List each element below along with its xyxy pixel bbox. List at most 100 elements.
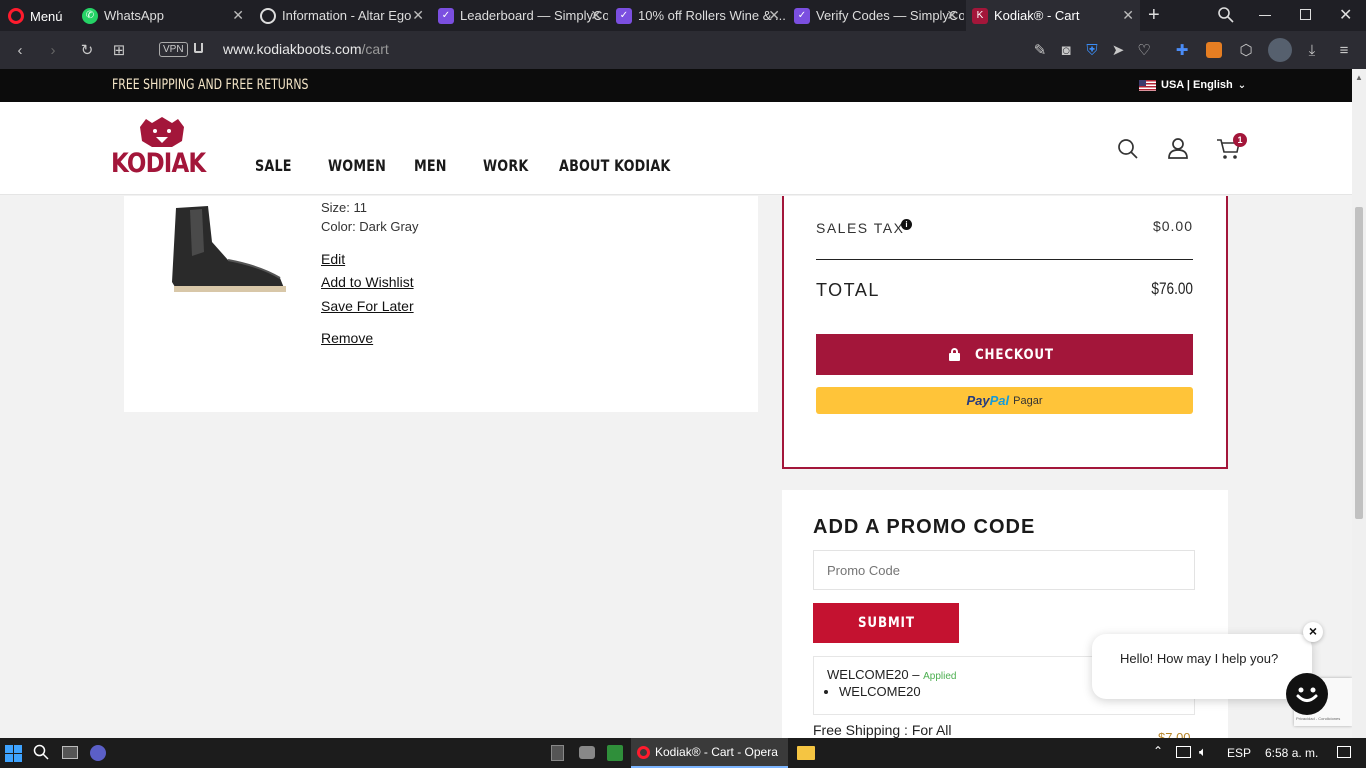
paypal-button[interactable]: PayPal Pagar <box>816 387 1193 414</box>
tab-whatsapp[interactable]: ✆ WhatsApp ✕ <box>76 0 250 31</box>
heart-icon[interactable]: ♡ <box>1134 40 1154 60</box>
applied-separator: – <box>908 667 924 682</box>
sales-tax-value: $0.00 <box>1152 218 1193 234</box>
task-view-icon[interactable] <box>62 746 78 759</box>
paypal-pagar-label: Pagar <box>1013 394 1043 407</box>
info-icon[interactable]: i <box>901 219 912 230</box>
promo-code-input[interactable] <box>813 550 1195 590</box>
nav-work[interactable]: WORK <box>483 156 528 175</box>
total-label: TOTAL <box>816 280 880 300</box>
shield-icon[interactable]: ⛨ <box>1082 40 1102 60</box>
easy-files-icon[interactable]: ✎ <box>1030 40 1050 60</box>
snapshot-icon[interactable]: ◙ <box>1056 40 1076 60</box>
paypal-logo: PayPal <box>966 393 1010 408</box>
submit-promo-button[interactable]: SUBMIT <box>813 603 959 643</box>
scrollbar-thumb[interactable] <box>1355 207 1363 519</box>
order-summary <box>782 196 1228 469</box>
search-tabs-icon[interactable] <box>1217 6 1235 24</box>
cube-icon[interactable]: ⬡ <box>1236 40 1256 60</box>
tab-kodiak-cart[interactable]: K Kodiak® - Cart ✕ <box>966 0 1140 31</box>
close-tab-icon[interactable]: ✕ <box>1122 7 1134 24</box>
edit-link[interactable]: Edit <box>321 251 345 267</box>
locale-selector[interactable]: USA | English ⌄ <box>1139 79 1246 91</box>
easy-setup-icon[interactable]: ≡ <box>1334 40 1354 60</box>
kodiak-logo[interactable]: KODIAK <box>111 115 207 181</box>
input-language[interactable]: ESP <box>1227 746 1251 760</box>
close-tab-icon[interactable]: ✕ <box>946 7 958 24</box>
sales-tax-label: SALES TAX <box>816 220 905 236</box>
vpn-badge[interactable]: VPN <box>159 42 188 57</box>
tab-altar-ego[interactable]: Information - Altar Ego ✕ <box>254 0 430 31</box>
search-icon[interactable] <box>33 744 49 760</box>
meet-icon[interactable] <box>90 745 106 761</box>
send-icon[interactable]: ➤ <box>1108 40 1128 60</box>
extension-cross-icon[interactable]: ✚ <box>1172 40 1192 60</box>
url-field[interactable]: www.kodiakboots.com/cart <box>223 41 389 57</box>
file-explorer-icon[interactable] <box>797 746 815 760</box>
avatar[interactable] <box>1268 38 1292 62</box>
us-flag-icon <box>1139 79 1156 91</box>
restore-window-icon[interactable] <box>1300 9 1311 20</box>
shipping-value: $7.00 <box>1158 731 1191 738</box>
product-image[interactable] <box>168 202 288 296</box>
network-icon[interactable] <box>1176 746 1191 758</box>
save-for-later-link[interactable]: Save For Later <box>321 298 414 314</box>
taskbar-window-title: Kodiak® - Cart - Opera <box>655 745 778 759</box>
close-tab-icon[interactable]: ✕ <box>412 7 424 24</box>
url-domain: www.kodiakboots.com <box>223 41 362 57</box>
applied-code: WELCOME20 <box>827 667 909 682</box>
speed-dial-icon[interactable]: ⊞ <box>109 40 129 60</box>
close-tab-icon[interactable]: ✕ <box>232 7 244 24</box>
tab-leaderboard[interactable]: ✓ Leaderboard — SimplyCodes ✕ <box>432 0 608 31</box>
checkout-button[interactable]: CHECKOUT <box>816 334 1193 375</box>
tab-rollers-wine[interactable]: ✓ 10% off Rollers Wine & ... ✕ <box>610 0 786 31</box>
taskbar-opera-window[interactable]: Kodiak® - Cart - Opera <box>631 738 788 768</box>
store-icon[interactable] <box>607 745 623 761</box>
nav-women[interactable]: WOMEN <box>328 156 386 175</box>
close-window-icon[interactable]: ✕ <box>1339 5 1352 25</box>
windows-start-icon[interactable] <box>5 745 22 762</box>
promo-title: ADD A PROMO CODE <box>813 516 1036 538</box>
add-to-wishlist-link[interactable]: Add to Wishlist <box>321 274 414 290</box>
tab-title: Leaderboard — SimplyCodes <box>460 8 608 23</box>
applied-codes-list: WELCOME20 <box>839 684 921 699</box>
camera-icon[interactable] <box>579 746 595 759</box>
remove-link[interactable]: Remove <box>321 330 373 346</box>
clock[interactable]: 6:58 a. m. <box>1265 746 1318 760</box>
reload-icon[interactable]: ↻ <box>77 40 97 60</box>
chevron-up-icon[interactable]: ⌃ <box>1153 744 1163 758</box>
nav-men[interactable]: MEN <box>414 156 447 175</box>
new-tab-button[interactable]: + <box>1148 4 1160 27</box>
notifications-icon[interactable] <box>1337 746 1351 758</box>
chat-close-button[interactable]: × <box>1303 622 1323 642</box>
forward-icon[interactable]: › <box>43 40 63 60</box>
chat-bubble[interactable]: Hello! How may I help you? <box>1092 634 1312 699</box>
download-icon[interactable]: ⤓ <box>1302 40 1322 60</box>
account-icon[interactable] <box>1167 137 1189 159</box>
nav-about-kodiak[interactable]: ABOUT KODIAK <box>559 156 670 175</box>
recaptcha-text: Privacidad - Condiciones <box>1296 716 1341 721</box>
close-tab-icon[interactable]: ✕ <box>590 7 602 24</box>
chat-launcher-button[interactable] <box>1286 673 1328 715</box>
close-icon: × <box>1308 623 1318 639</box>
back-icon[interactable]: ‹ <box>10 40 30 60</box>
page-scrollbar[interactable]: ▲ <box>1352 69 1366 738</box>
lock-icon <box>194 43 203 53</box>
tab-title: 10% off Rollers Wine & ... <box>638 8 786 23</box>
tab-verify-codes[interactable]: ✓ Verify Codes — SimplyCodes ✕ <box>788 0 964 31</box>
opera-logo-icon <box>637 745 650 759</box>
nav-sale[interactable]: SALE <box>255 156 292 175</box>
close-tab-icon[interactable]: ✕ <box>768 7 780 24</box>
scroll-up-icon[interactable]: ▲ <box>1355 73 1363 82</box>
opera-menu-button[interactable]: Menú <box>8 8 63 24</box>
free-shipping-label: Free Shipping : For All <box>813 722 952 738</box>
simplycodes-icon: ✓ <box>438 7 454 24</box>
calculator-icon[interactable] <box>551 745 564 761</box>
chevron-down-icon: ⌄ <box>1237 79 1247 91</box>
minimize-window-icon[interactable] <box>1259 15 1271 16</box>
size-value: 11 <box>353 200 368 215</box>
applied-code-row: WELCOME20 – Applied <box>827 667 956 682</box>
search-icon[interactable] <box>1117 138 1139 160</box>
extension-orange-icon[interactable] <box>1204 40 1224 60</box>
volume-icon[interactable]: 🔈︎ <box>1199 744 1207 760</box>
